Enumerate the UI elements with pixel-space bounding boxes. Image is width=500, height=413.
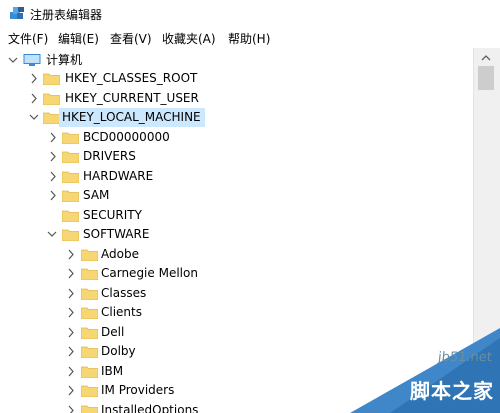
menu-view[interactable]: 查看(V) [110, 30, 152, 47]
chevron-down-icon[interactable] [29, 108, 39, 127]
tree-label: Adobe [101, 247, 139, 261]
title-bar: 注册表编辑器 [0, 0, 500, 28]
tree-node-hardware[interactable]: HARDWARE [0, 167, 473, 186]
folder-icon [81, 385, 98, 397]
folder-icon [43, 112, 60, 124]
tree-node-sam[interactable]: SAM [0, 186, 473, 205]
tree-label: IM Providers [101, 383, 175, 397]
watermark-site-name: 脚本之家 [410, 379, 494, 403]
tree-label: Classes [101, 286, 147, 300]
folder-icon [62, 132, 79, 144]
chevron-right-icon[interactable] [66, 362, 76, 381]
menu-bar: 文件(F) 编辑(E) 查看(V) 收藏夹(A) 帮助(H) [0, 28, 500, 48]
chevron-down-icon[interactable] [8, 51, 18, 70]
chevron-down-icon[interactable] [47, 225, 57, 244]
tree-label: Dolby [101, 344, 136, 358]
tree-label: BCD00000000 [83, 130, 170, 144]
chevron-right-icon[interactable] [66, 381, 76, 400]
folder-icon [62, 210, 79, 222]
chevron-right-icon[interactable] [66, 323, 76, 342]
regedit-app-icon [10, 7, 24, 19]
tree-node-computer[interactable]: 计算机 [0, 51, 473, 70]
tree-label: SECURITY [83, 208, 142, 222]
folder-icon [81, 327, 98, 339]
tree-label: SOFTWARE [83, 227, 150, 241]
watermark: jb51.net 脚本之家 [350, 328, 500, 413]
watermark-url: jb51.net [437, 350, 493, 365]
tree-label: DRIVERS [83, 149, 136, 163]
tree-label: HKEY_CURRENT_USER [65, 91, 199, 105]
tree-label: HARDWARE [83, 169, 154, 183]
menu-help[interactable]: 帮助(H) [228, 30, 270, 47]
chevron-right-icon[interactable] [66, 264, 76, 283]
chevron-right-icon[interactable] [29, 69, 39, 88]
tree-label: Clients [101, 305, 142, 319]
tree-label: SAM [83, 188, 110, 202]
tree-node-software[interactable]: SOFTWARE [0, 225, 473, 244]
folder-icon [81, 249, 98, 261]
window-title: 注册表编辑器 [30, 8, 103, 22]
folder-icon [62, 151, 79, 163]
folder-icon [62, 229, 79, 241]
scroll-thumb[interactable] [478, 66, 494, 90]
tree-node-classes[interactable]: Classes [0, 284, 473, 303]
chevron-right-icon[interactable] [29, 89, 39, 108]
tree-node-adobe[interactable]: Adobe [0, 245, 473, 264]
folder-icon [81, 268, 98, 280]
tree-label: Dell [101, 325, 125, 339]
tree-node-drivers[interactable]: DRIVERS [0, 147, 473, 166]
chevron-right-icon[interactable] [48, 147, 58, 166]
folder-icon [62, 190, 79, 202]
chevron-right-icon[interactable] [66, 245, 76, 264]
folder-icon [81, 307, 98, 319]
tree-node-hklm[interactable]: HKEY_LOCAL_MACHINE [0, 108, 473, 127]
scroll-up-arrow-icon[interactable] [479, 52, 493, 64]
tree-node-hkcu[interactable]: HKEY_CURRENT_USER [0, 89, 473, 108]
folder-icon [81, 366, 98, 378]
folder-icon [81, 288, 98, 300]
chevron-right-icon[interactable] [48, 186, 58, 205]
folder-icon [43, 93, 60, 105]
menu-edit[interactable]: 编辑(E) [58, 30, 99, 47]
folder-icon [43, 73, 60, 85]
menu-favorites[interactable]: 收藏夹(A) [162, 30, 216, 47]
tree-node-bcd[interactable]: BCD00000000 [0, 128, 473, 147]
chevron-right-icon[interactable] [66, 342, 76, 361]
tree-label: HKEY_CLASSES_ROOT [65, 71, 198, 85]
chevron-right-icon[interactable] [48, 128, 58, 147]
folder-icon [62, 171, 79, 183]
tree-node-clients[interactable]: Clients [0, 303, 473, 322]
tree-node-security[interactable]: SECURITY [0, 206, 473, 225]
chevron-right-icon[interactable] [66, 284, 76, 303]
chevron-right-icon[interactable] [48, 167, 58, 186]
folder-icon [81, 346, 98, 358]
folder-icon [81, 405, 98, 413]
tree-label: IBM [101, 364, 124, 378]
tree-node-hkcr[interactable]: HKEY_CLASSES_ROOT [0, 69, 473, 88]
tree-label: Carnegie Mellon [101, 266, 198, 280]
tree-label: 计算机 [46, 53, 83, 67]
chevron-right-icon[interactable] [66, 303, 76, 322]
computer-icon [23, 54, 41, 66]
menu-file[interactable]: 文件(F) [8, 30, 48, 47]
tree-label: InstalledOptions [101, 403, 199, 413]
tree-label: HKEY_LOCAL_MACHINE [59, 108, 205, 127]
chevron-right-icon[interactable] [66, 401, 76, 413]
tree-node-carnegie-mellon[interactable]: Carnegie Mellon [0, 264, 473, 283]
